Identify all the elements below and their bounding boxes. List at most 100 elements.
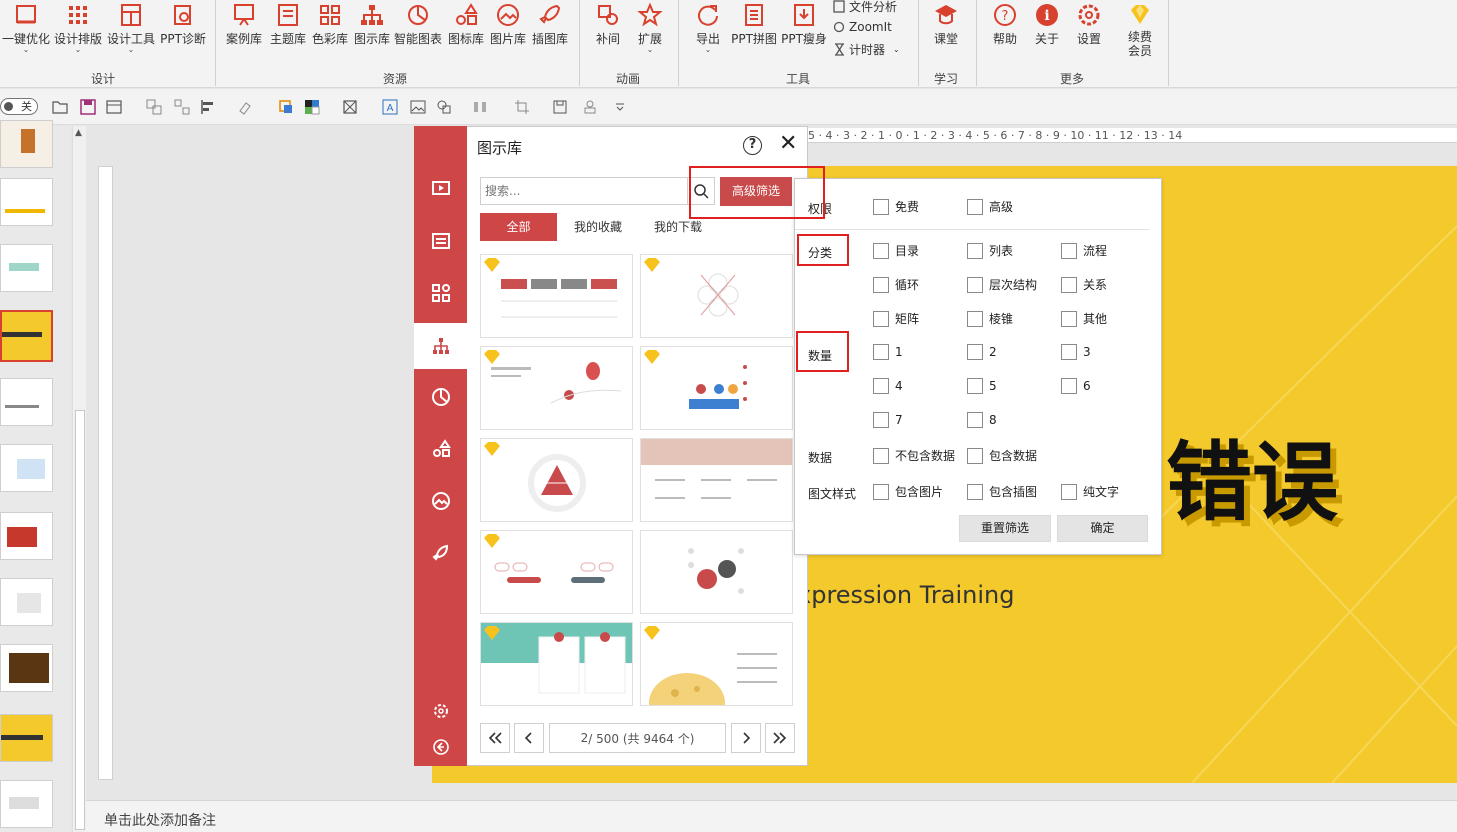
diagram-template[interactable]: [480, 530, 633, 614]
option-with-illustration[interactable]: 包含插图: [967, 483, 1037, 500]
sidebar-item-illustrations[interactable]: [414, 530, 467, 576]
close-button[interactable]: ✕: [779, 133, 797, 155]
customize-toolbar-icon[interactable]: [612, 99, 628, 115]
classroom-button[interactable]: 课堂: [926, 0, 966, 60]
checkbox[interactable]: [967, 310, 983, 327]
slide-subtitle[interactable]: xpression Training: [797, 581, 1014, 609]
distribute-icon[interactable]: [472, 99, 488, 115]
option-list[interactable]: 列表: [967, 242, 1013, 259]
diagram-template[interactable]: [640, 530, 793, 614]
tab-all[interactable]: 全部: [480, 213, 557, 241]
smart-chart-button[interactable]: 智能图表: [393, 0, 443, 60]
sidebar-item-cases[interactable]: [414, 166, 467, 212]
diagram-library-button[interactable]: 图示库: [352, 0, 392, 60]
option-count-4[interactable]: 4: [873, 378, 903, 394]
diagram-template[interactable]: [480, 438, 633, 522]
ppt-diagnose-button[interactable]: PPT诊断: [160, 0, 206, 60]
one-click-optimize-button[interactable]: 一键优化 ⌄: [2, 0, 50, 60]
slide-thumbnail[interactable]: [0, 178, 53, 226]
help-button[interactable]: ? 帮助: [985, 0, 1025, 60]
image-library-button[interactable]: 图片库: [488, 0, 528, 60]
theme-library-button[interactable]: 主题库: [268, 0, 308, 60]
slide-thumbnail[interactable]: [0, 512, 53, 560]
settings-button[interactable]: 设置: [1069, 0, 1109, 60]
format-painter-icon[interactable]: [238, 99, 254, 115]
option-matrix[interactable]: 矩阵: [873, 310, 919, 327]
timer-button[interactable]: 计时器 ⌄: [833, 40, 900, 58]
sidebar-item-diagrams[interactable]: [414, 323, 467, 369]
design-layout-button[interactable]: 设计排版 ⌄: [53, 0, 103, 60]
slide-title[interactable]: 错误: [1166, 412, 1338, 537]
diagram-template[interactable]: [640, 346, 793, 430]
case-library-button[interactable]: 案例库: [224, 0, 264, 60]
slide-thumbnail[interactable]: [0, 578, 53, 626]
shape-fill-icon[interactable]: [278, 99, 294, 115]
file-analysis-button[interactable]: 文件分析: [833, 0, 897, 15]
design-tools-button[interactable]: 设计工具 ⌄: [106, 0, 156, 60]
scrollbar-thumb[interactable]: [75, 410, 85, 830]
notes-pane[interactable]: 单击此处添加备注: [86, 800, 1457, 832]
sidebar-item-images[interactable]: [414, 478, 467, 524]
checkbox[interactable]: [873, 447, 889, 464]
sidebar-item-charts[interactable]: [414, 374, 467, 420]
checkbox[interactable]: [1061, 276, 1077, 293]
option-no-data[interactable]: 不包含数据: [873, 447, 955, 464]
text-box-icon[interactable]: A: [382, 99, 398, 115]
checkbox[interactable]: [1061, 483, 1077, 500]
stamp-icon[interactable]: [582, 99, 598, 115]
checkbox[interactable]: [873, 378, 889, 394]
page-indicator[interactable]: 2 / 500 (共 9464 个): [549, 723, 726, 753]
ungroup-icon[interactable]: [174, 99, 190, 115]
diagram-template[interactable]: [480, 346, 633, 430]
slide-thumbnail[interactable]: [0, 444, 53, 492]
checkbox[interactable]: [1061, 378, 1077, 394]
checkbox[interactable]: [873, 276, 889, 293]
option-hierarchy[interactable]: 层次结构: [967, 276, 1037, 293]
option-relationship[interactable]: 关系: [1061, 276, 1107, 293]
slide-thumbnail[interactable]: [0, 120, 53, 168]
diagram-template[interactable]: [640, 622, 793, 706]
renew-vip-button[interactable]: 续费 会员: [1120, 0, 1160, 60]
slide-thumbnail[interactable]: [0, 378, 53, 426]
slide-thumbnail[interactable]: [0, 310, 53, 362]
previous-page-button[interactable]: [514, 723, 544, 753]
option-free[interactable]: 免费: [873, 198, 919, 215]
current-page[interactable]: 2: [581, 731, 589, 745]
scroll-up-icon[interactable]: ▲: [75, 128, 82, 138]
option-pyramid[interactable]: 棱锥: [967, 310, 1013, 327]
option-count-6[interactable]: 6: [1061, 378, 1091, 394]
search-input[interactable]: [480, 177, 688, 205]
ppt-slim-button[interactable]: PPT瘦身: [780, 0, 828, 60]
checkbox[interactable]: [1061, 310, 1077, 327]
color-library-button[interactable]: 色彩库: [310, 0, 350, 60]
option-text-only[interactable]: 纯文字: [1061, 483, 1119, 500]
icon-library-button[interactable]: 图标库: [446, 0, 486, 60]
illustration-library-button[interactable]: 插图库: [530, 0, 570, 60]
checkbox[interactable]: [1061, 242, 1077, 259]
diagram-template[interactable]: [480, 622, 633, 706]
option-with-picture[interactable]: 包含图片: [873, 483, 943, 500]
crop-icon[interactable]: [342, 99, 358, 115]
option-count-5[interactable]: 5: [967, 378, 997, 394]
view-icon[interactable]: [106, 99, 122, 115]
checkbox[interactable]: [873, 198, 889, 215]
option-toc[interactable]: 目录: [873, 242, 919, 259]
ppt-puzzle-button[interactable]: PPT拼图: [730, 0, 778, 60]
first-page-button[interactable]: [480, 723, 510, 753]
slide-thumbnail[interactable]: [0, 244, 53, 292]
option-count-8[interactable]: 8: [967, 412, 997, 428]
checkbox[interactable]: [967, 276, 983, 293]
diagram-template[interactable]: [640, 438, 793, 522]
option-process[interactable]: 流程: [1061, 242, 1107, 259]
sidebar-item-themes[interactable]: [414, 218, 467, 264]
checkbox[interactable]: [967, 447, 983, 464]
option-cycle[interactable]: 循环: [873, 276, 919, 293]
option-count-1[interactable]: 1: [873, 344, 903, 360]
about-button[interactable]: i 关于: [1027, 0, 1067, 60]
checkbox[interactable]: [967, 198, 983, 215]
checkbox[interactable]: [873, 412, 889, 428]
option-with-data[interactable]: 包含数据: [967, 447, 1037, 464]
checkbox[interactable]: [873, 242, 889, 259]
tab-favorites[interactable]: 我的收藏: [561, 213, 635, 241]
sidebar-item-back[interactable]: [414, 724, 467, 770]
